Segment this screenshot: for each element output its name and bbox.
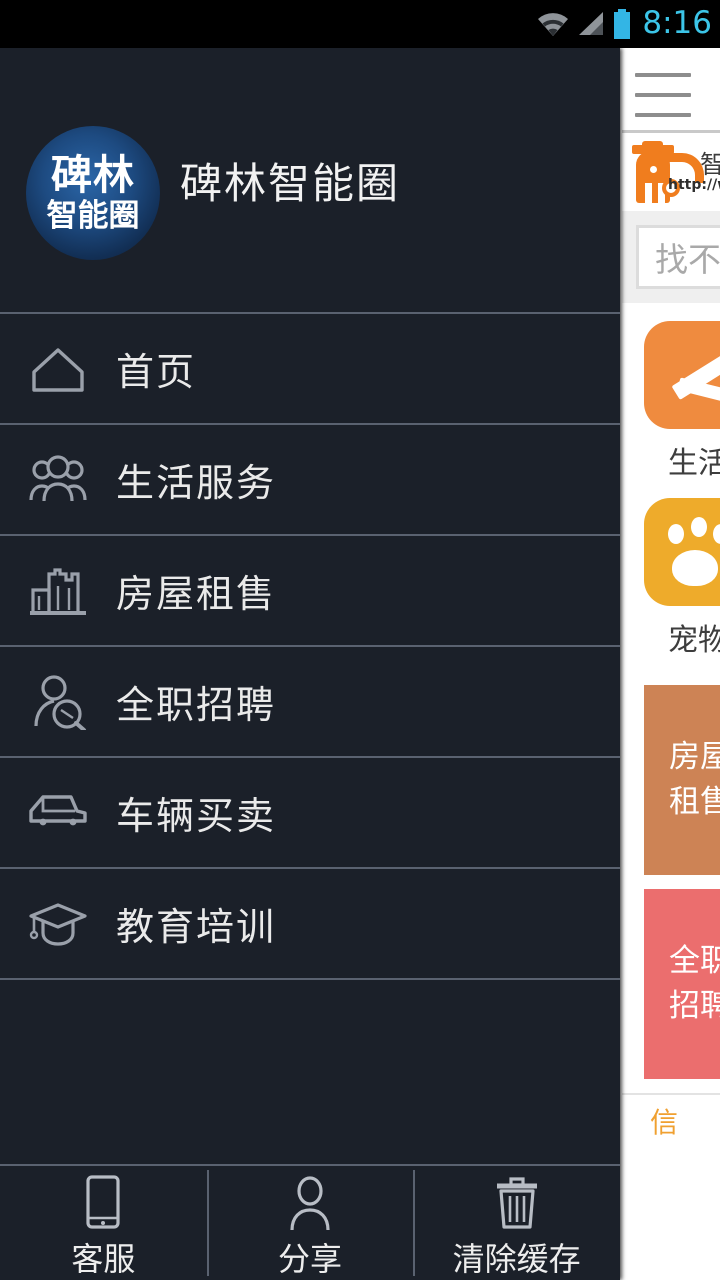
footer-item-label: 清除缓存 <box>452 1240 581 1278</box>
card-line1: 房屋 <box>669 739 720 776</box>
menu-bottom-divider <box>0 978 620 980</box>
footer-item-share[interactable]: 分享 <box>206 1166 414 1280</box>
car-icon <box>0 791 116 835</box>
card-line2: 招聘 <box>669 988 720 1024</box>
hamburger-menu-icon[interactable] <box>635 73 691 133</box>
drawer-footer: 客服 分享 清除缓存 <box>0 1164 620 1280</box>
menu-item-label: 全职招聘 <box>116 683 277 727</box>
webpage-footer: 信 <box>622 1093 720 1141</box>
card-line2: 租售 <box>669 784 720 820</box>
footer-item-label: 客服 <box>71 1240 136 1278</box>
status-bar-clock: 8:16 <box>642 5 712 41</box>
card-line1: 全职 <box>669 943 720 980</box>
app-logo: 碑林 智能圈 <box>26 126 160 260</box>
drawer-header: 碑林 智能圈 碑林智能圈 <box>0 48 620 312</box>
people-group-icon <box>0 454 116 506</box>
menu-item-housing[interactable]: 房屋租售 <box>0 534 620 645</box>
tile-life[interactable]: 生活 <box>644 321 720 494</box>
menu-item-label: 车辆买卖 <box>116 794 277 838</box>
menu-item-label: 教育培训 <box>116 905 277 949</box>
tile-label: 宠物 <box>668 623 720 658</box>
app-title: 碑林智能圈 <box>180 158 401 208</box>
paw-print-icon <box>644 498 720 606</box>
battery-icon <box>612 9 632 39</box>
navigation-drawer: 碑林 智能圈 碑林智能圈 首页 生活服务 房屋租售 全职招聘 车辆买卖 教育培训… <box>0 48 620 1280</box>
menu-item-label: 房屋租售 <box>116 572 277 616</box>
mobile-phone-icon <box>85 1172 121 1232</box>
trash-can-icon <box>494 1172 540 1232</box>
search-section: 找不 <box>622 211 720 303</box>
search-input[interactable]: 找不 <box>636 225 720 289</box>
menu-item-education[interactable]: 教育培训 <box>0 867 620 978</box>
webpage-brand[interactable]: 智 http://www.x <box>622 133 720 211</box>
cellular-signal-icon <box>577 11 605 37</box>
category-cards: 房屋 租售 全职 招聘 <box>622 675 720 1079</box>
tile-label: 生活 <box>668 446 720 481</box>
menu-item-home[interactable]: 首页 <box>0 312 620 423</box>
graduation-cap-icon <box>0 899 116 949</box>
menu-item-label: 生活服务 <box>116 461 277 505</box>
webpage-header <box>622 48 720 130</box>
logo-line-1: 碑林 <box>51 150 135 199</box>
card-jobs[interactable]: 全职 招聘 <box>644 889 720 1079</box>
menu-item-vehicles[interactable]: 车辆买卖 <box>0 756 620 867</box>
category-tiles: 生活 宠物 <box>622 303 720 671</box>
wifi-icon <box>536 11 570 37</box>
brand-name: 智 <box>700 150 720 179</box>
search-placeholder: 找不 <box>655 240 720 279</box>
footer-glyph: 信 <box>650 1106 679 1139</box>
card-housing[interactable]: 房屋 租售 <box>644 685 720 875</box>
logo-line-2: 智能圈 <box>46 197 140 234</box>
home-icon <box>0 342 116 396</box>
menu-item-label: 首页 <box>116 350 197 394</box>
status-bar: 8:16 <box>0 0 720 48</box>
tools-icon <box>644 321 720 429</box>
underlying-webpage[interactable]: 智 http://www.x 找不 生活 <box>622 48 720 1280</box>
footer-item-support[interactable]: 客服 <box>0 1166 207 1280</box>
brand-url: http://www.x <box>668 177 720 193</box>
menu-item-life-services[interactable]: 生活服务 <box>0 423 620 534</box>
footer-item-clear-cache[interactable]: 清除缓存 <box>413 1166 620 1280</box>
building-icon <box>0 566 116 616</box>
orange-mascot-icon <box>632 141 708 205</box>
menu-item-jobs[interactable]: 全职招聘 <box>0 645 620 756</box>
tile-pets[interactable]: 宠物 <box>644 498 720 671</box>
phone-screen: 智 http://www.x 找不 生活 <box>0 0 720 1280</box>
footer-item-label: 分享 <box>278 1240 343 1278</box>
person-icon <box>286 1172 334 1232</box>
person-search-icon <box>0 674 116 730</box>
